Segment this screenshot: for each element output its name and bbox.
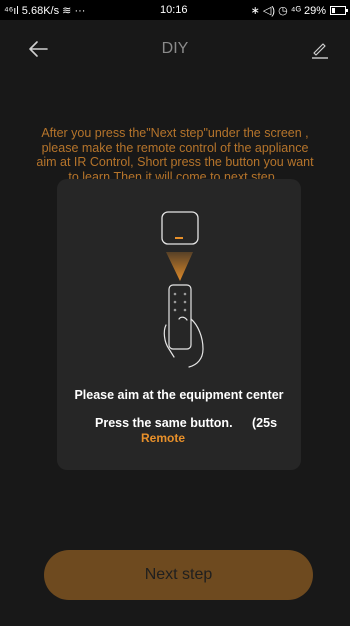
- pencil-icon[interactable]: [310, 40, 330, 60]
- remote-illustration: [161, 211, 204, 368]
- instructions-line: please make the remote control of the ap…: [41, 140, 309, 155]
- ir-device-icon: [161, 211, 199, 245]
- ir-beam-icon: [166, 252, 193, 281]
- screen: ⁴⁶ıl 5.68K/s ≋ ··· 10:16 ∗ ◁) ◷ ⁴ᴳ 29% D…: [0, 0, 350, 626]
- status-indicator-text: ∗ ◁) ◷ ⁴ᴳ 29%: [250, 5, 326, 17]
- nav-bar: DIY: [0, 20, 350, 82]
- remote-control-icon: [168, 284, 192, 350]
- instructions-line: After you press the"Next step"under the …: [41, 126, 309, 140]
- status-time: 10:16: [160, 4, 188, 16]
- network-status: ⁴⁶ıl 5.68K/s ≋ ···: [4, 5, 86, 17]
- instructions-text: After you press the"Next step"under the …: [20, 126, 330, 184]
- remote-label: Remote: [141, 431, 186, 445]
- status-indicators: ∗ ◁) ◷ ⁴ᴳ 29%: [250, 4, 348, 17]
- aim-instruction: Please aim at the equipment center: [74, 388, 284, 402]
- press-instruction: Press the same button.: [95, 416, 233, 430]
- instructions-line: aim at IR Control, Short press the butto…: [36, 155, 314, 169]
- status-bar: ⁴⁶ıl 5.68K/s ≋ ··· 10:16 ∗ ◁) ◷ ⁴ᴳ 29%: [0, 0, 350, 20]
- battery-icon: [330, 6, 348, 15]
- battery-fill: [332, 8, 335, 13]
- page-title: DIY: [161, 40, 189, 57]
- learn-card: Please aim at the equipment center Press…: [57, 179, 301, 470]
- next-step-button[interactable]: Next step: [44, 550, 313, 600]
- countdown-timer: (25s: [252, 416, 278, 430]
